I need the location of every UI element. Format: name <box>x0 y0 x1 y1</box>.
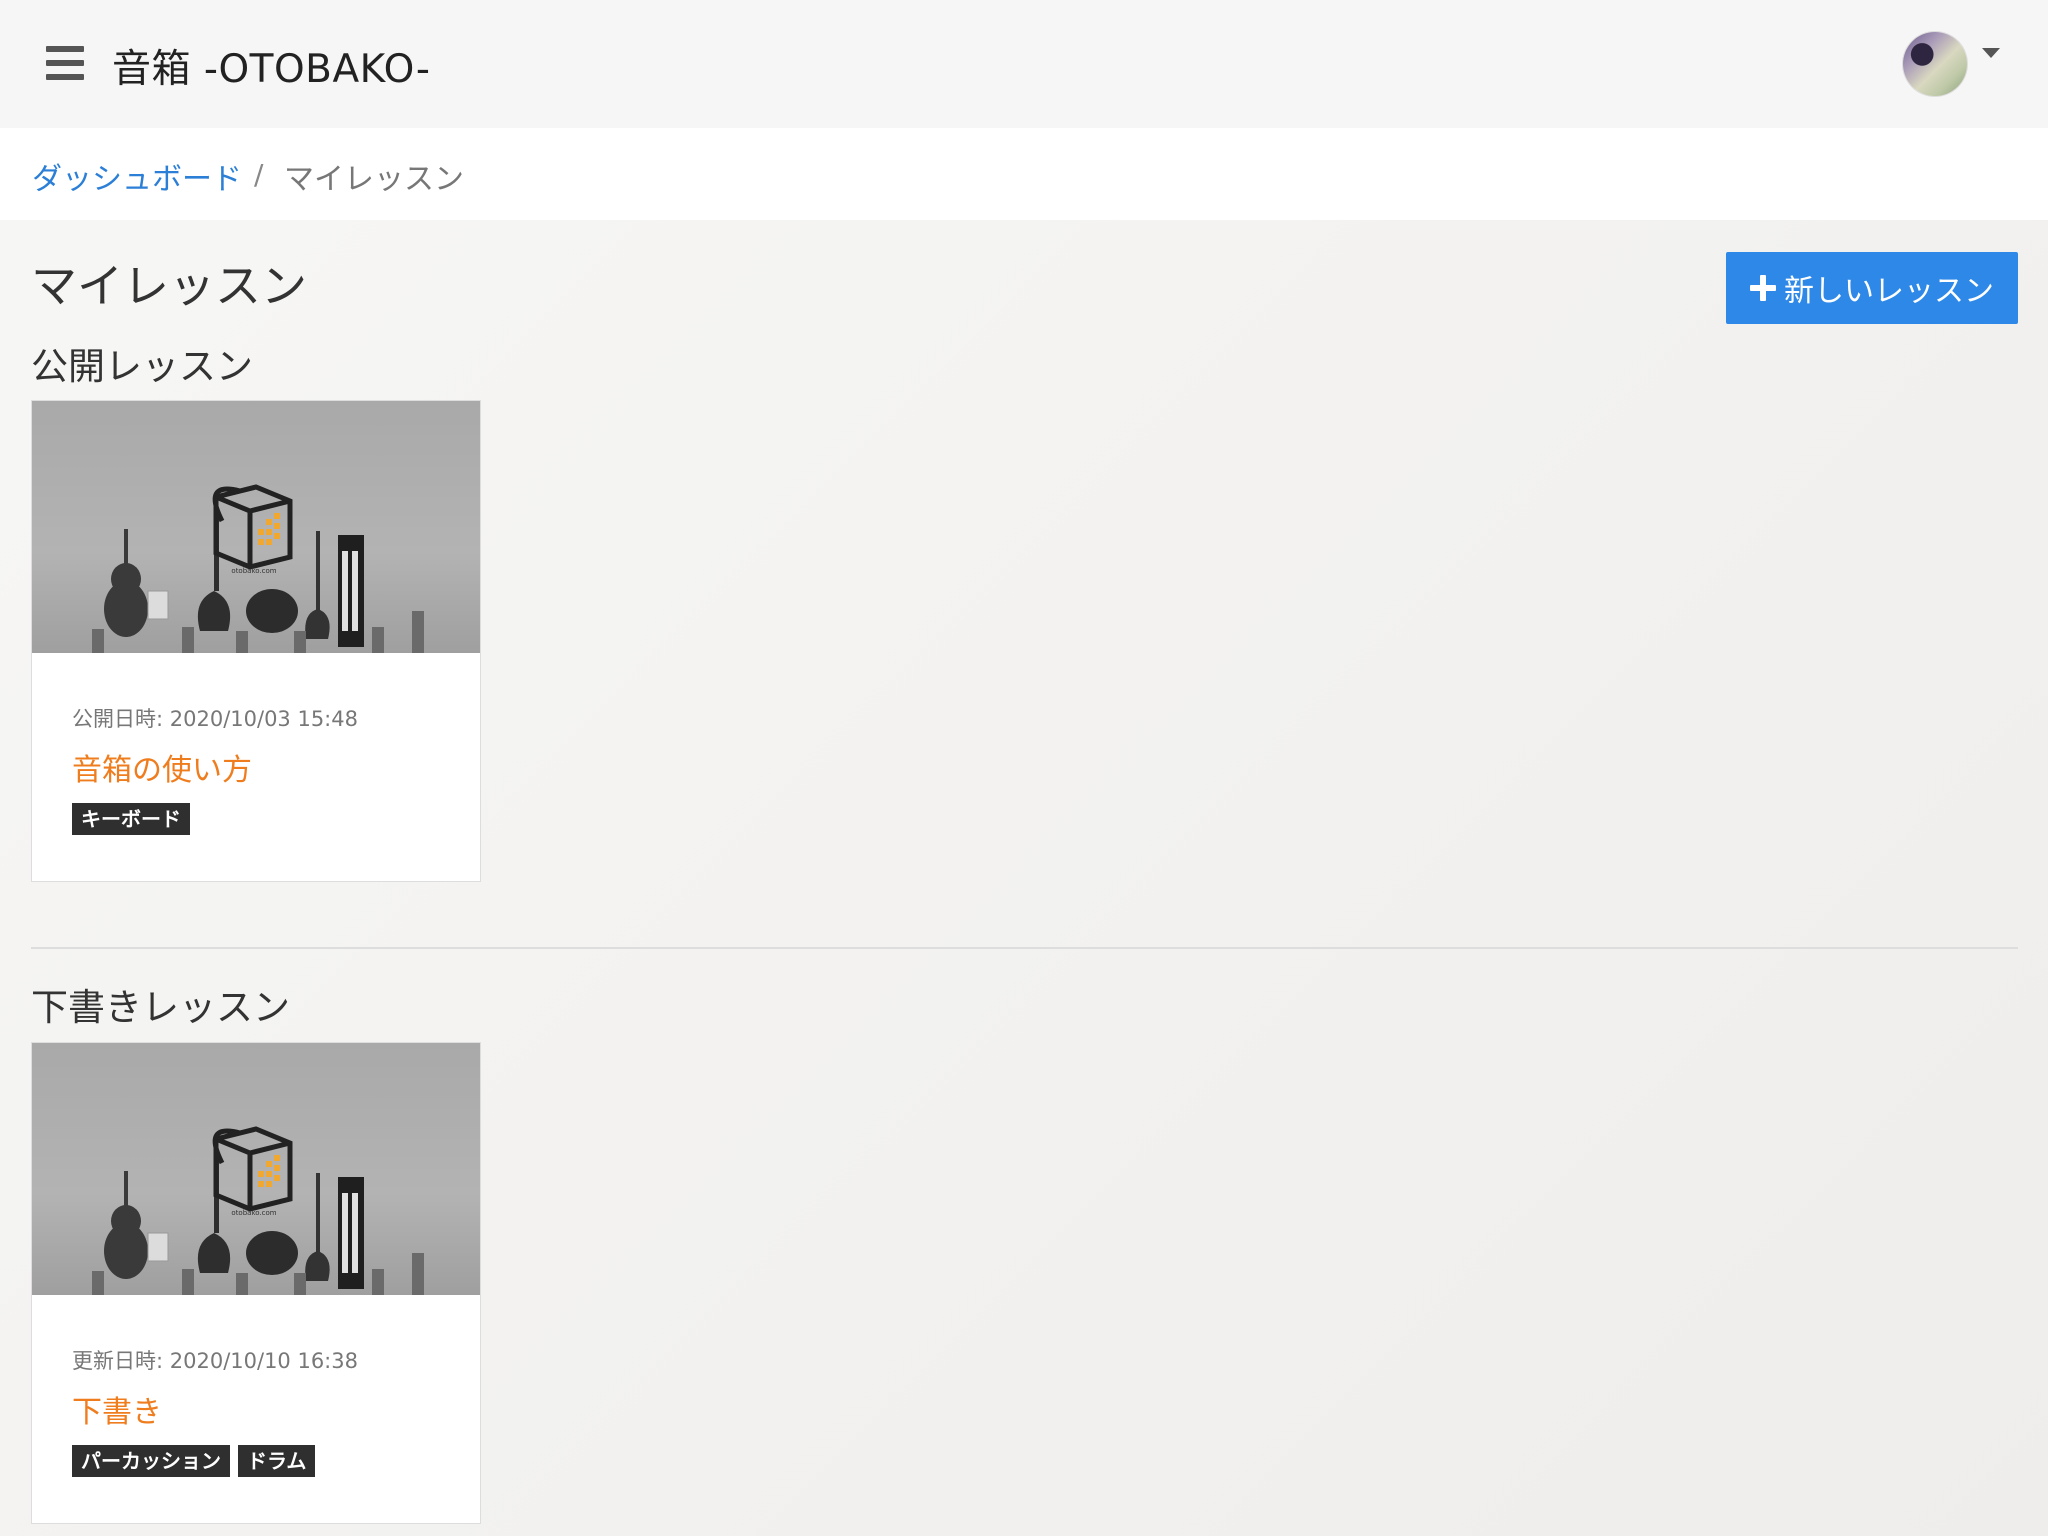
tag-badge[interactable]: ドラム <box>238 1445 316 1477</box>
new-lesson-button-label: 新しいレッスン <box>1784 275 1994 308</box>
lesson-card[interactable]: otobako.com 更新日時: 2020/10/10 16:38 下書き パ… <box>31 1042 481 1524</box>
caret-down-icon[interactable] <box>1982 48 2000 58</box>
tag-badge[interactable]: パーカッション <box>72 1445 230 1477</box>
breadcrumb-separator: / <box>254 158 264 191</box>
lesson-thumbnail: otobako.com <box>32 401 480 653</box>
hamburger-icon[interactable] <box>46 46 84 80</box>
tag-list: パーカッション ドラム <box>72 1445 316 1477</box>
plus-icon <box>1750 275 1776 301</box>
new-lesson-button[interactable]: 新しいレッスン <box>1726 252 2018 324</box>
lesson-updated-date: 更新日時: 2020/10/10 16:38 <box>72 1349 358 1373</box>
lesson-card[interactable]: otobako.com 公開日時: 2020/10/03 15:48 音箱の使い… <box>31 400 481 882</box>
lesson-thumbnail: otobako.com <box>32 1043 480 1295</box>
draft-lessons-heading: 下書きレッスン <box>31 986 290 1029</box>
lesson-title[interactable]: 音箱の使い方 <box>72 745 252 789</box>
tag-badge[interactable]: キーボード <box>72 803 190 835</box>
breadcrumb-current: マイレッスン <box>284 162 464 197</box>
app-title[interactable]: 音箱 -OTOBAKO- <box>112 38 430 94</box>
top-navbar: 音箱 -OTOBAKO- <box>0 0 2048 128</box>
section-divider <box>31 947 2018 949</box>
thumbnail-caption: otobako.com <box>231 1209 276 1217</box>
public-lessons-heading: 公開レッスン <box>31 345 253 388</box>
breadcrumb-dashboard-link[interactable]: ダッシュボード <box>32 154 242 198</box>
user-avatar[interactable] <box>1903 32 1967 96</box>
thumbnail-caption: otobako.com <box>231 567 276 575</box>
lesson-published-date: 公開日時: 2020/10/03 15:48 <box>72 707 358 731</box>
breadcrumb: ダッシュボード / マイレッスン <box>0 128 2048 220</box>
tag-list: キーボード <box>72 803 190 835</box>
lesson-title[interactable]: 下書き <box>72 1387 162 1431</box>
page-title: マイレッスン <box>31 259 307 313</box>
